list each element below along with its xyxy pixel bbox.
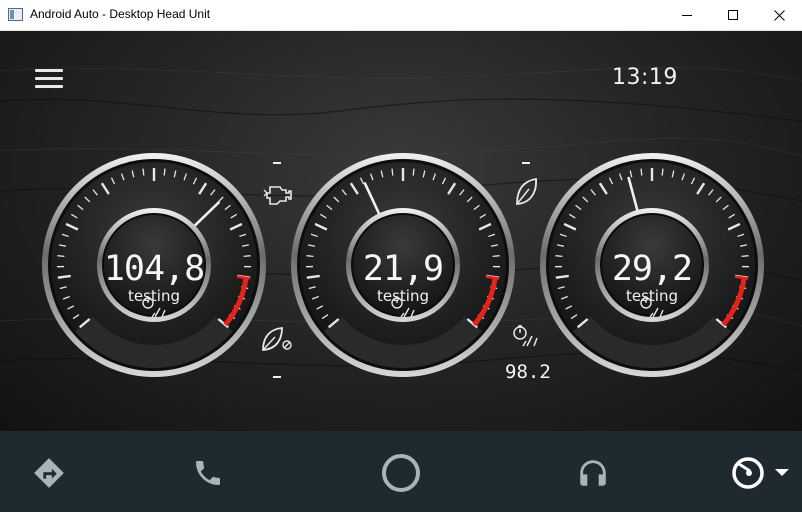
left-top-value: [273, 162, 281, 164]
close-button[interactable]: [756, 0, 802, 30]
window-titlebar: Android Auto - Desktop Head Unit: [0, 0, 802, 31]
chevron-down-icon: [775, 469, 789, 476]
gauge-label: testing: [626, 287, 678, 305]
gauge-value: 29,2: [612, 249, 692, 289]
gauge-3[interactable]: 29,2 testing: [538, 151, 766, 383]
gauge-dial: 29,2testing: [540, 153, 764, 377]
maximize-button[interactable]: [710, 0, 756, 30]
leaf-icon: [516, 177, 537, 205]
clock-time: 13:19: [612, 65, 678, 90]
right-top-value: [522, 162, 530, 164]
dashboard-screen: 13:19 104,8 testing 21,9 testing 29,2 testi…: [0, 31, 802, 431]
gauge-value: 104,8: [104, 249, 204, 289]
gauge-value: 21,9: [363, 249, 443, 289]
gauge-1[interactable]: 104,8 testing: [40, 151, 268, 383]
minimize-icon: [682, 15, 692, 16]
headphones-icon: [580, 460, 606, 486]
gauge-dial: 104,8testing: [42, 153, 266, 377]
close-icon: [773, 9, 785, 21]
media-button[interactable]: [571, 451, 615, 495]
gauge-label: testing: [128, 287, 180, 305]
home-button[interactable]: [379, 451, 423, 495]
home-icon: [382, 454, 420, 492]
app-window-icon: [8, 8, 23, 21]
right-bottom-value: 98.2: [505, 361, 551, 383]
left-bottom-value: [273, 376, 281, 378]
gauge-label: testing: [377, 287, 429, 305]
phone-button[interactable]: [186, 451, 230, 495]
phone-icon: [196, 461, 220, 485]
dashboard-gauge-icon: [732, 457, 764, 489]
engine-warning-icon: [263, 186, 292, 205]
window-title: Android Auto - Desktop Head Unit: [30, 7, 211, 21]
gauge-dial: 21,9testing: [291, 153, 515, 377]
leaf-off-icon: [262, 327, 292, 351]
minimize-button[interactable]: [664, 0, 710, 30]
gauge-2[interactable]: 21,9 testing: [289, 151, 517, 383]
navigation-icon: [34, 458, 64, 488]
bottom-nav-bar: [0, 431, 802, 512]
trip-timer-icon: [513, 325, 538, 347]
navigation-button[interactable]: [27, 451, 71, 495]
maximize-icon: [728, 10, 738, 20]
menu-button[interactable]: [32, 65, 66, 93]
dashboard-app-button[interactable]: [730, 451, 800, 495]
